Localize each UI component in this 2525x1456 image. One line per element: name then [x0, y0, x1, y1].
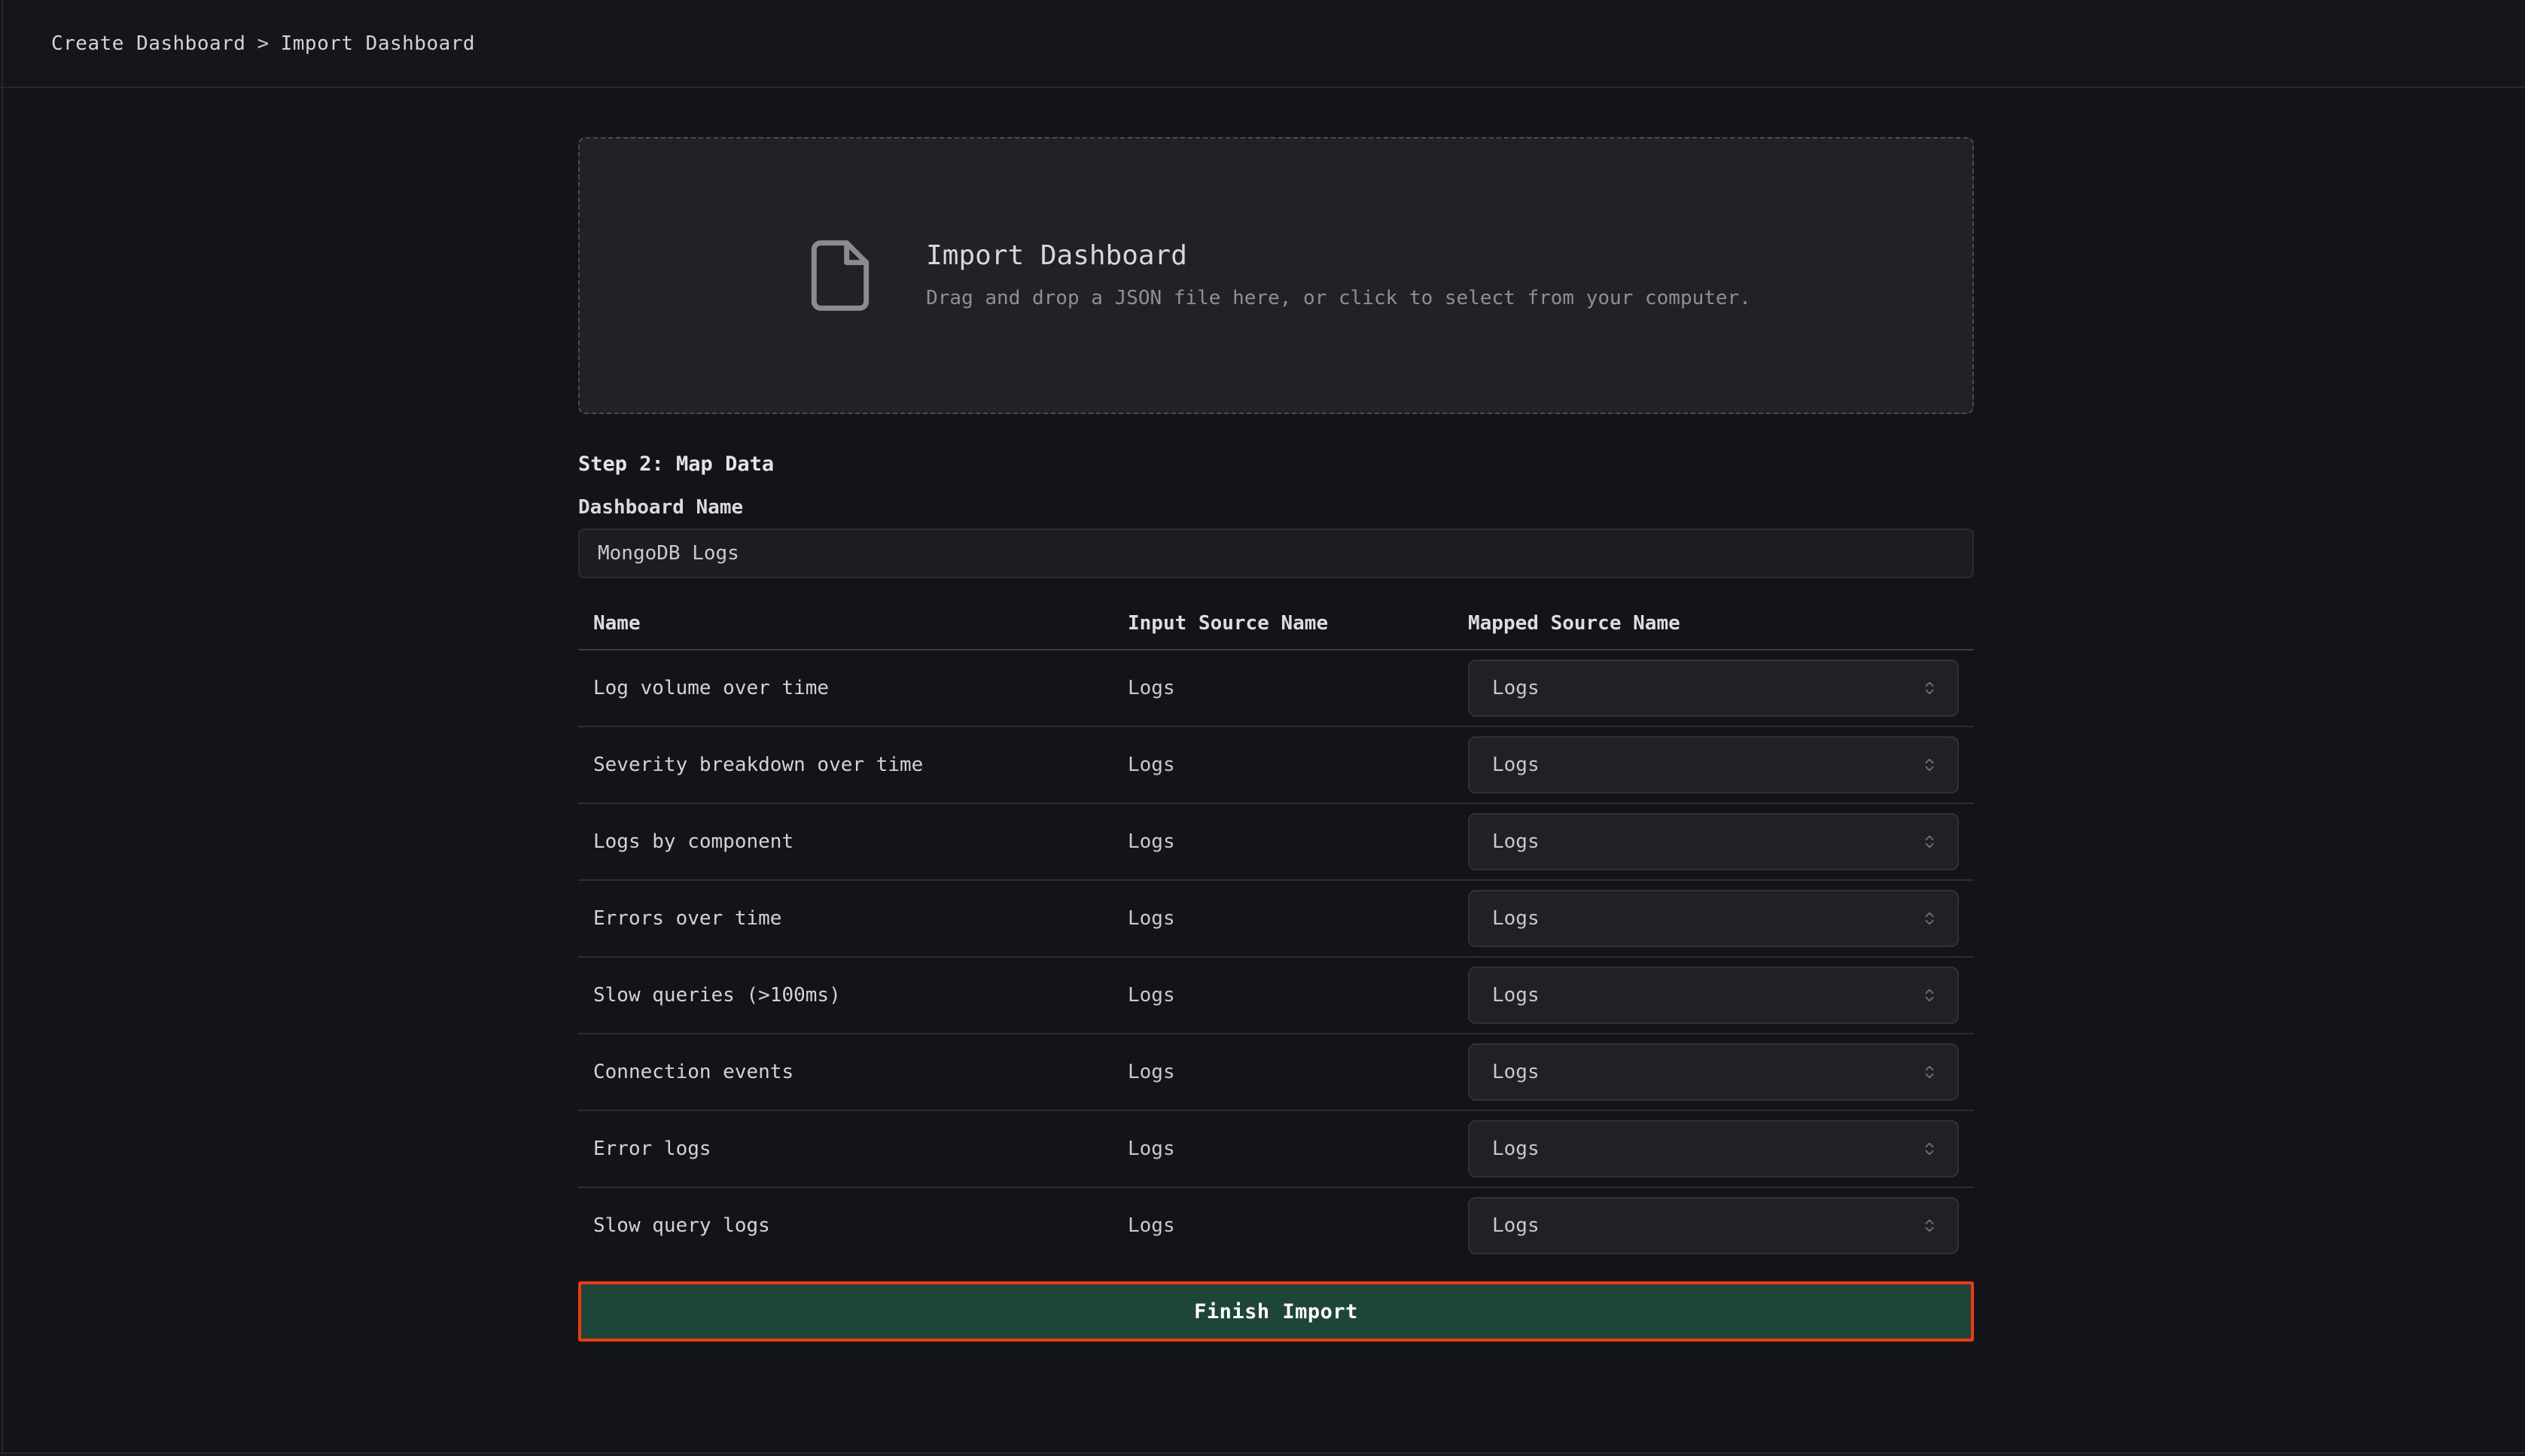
table-row: Errors over time Logs Logs: [578, 879, 1974, 956]
dashboard-name-input[interactable]: [578, 528, 1974, 578]
table-row: Severity breakdown over time Logs Logs: [578, 726, 1974, 803]
mapped-source-select[interactable]: Logs: [1468, 1043, 1959, 1101]
mapped-source-select[interactable]: Logs: [1468, 967, 1959, 1024]
row-name-cell: Severity breakdown over time: [578, 754, 1128, 776]
column-header-mapped-source: Mapped Source Name: [1468, 611, 1974, 635]
row-name-cell: Slow query logs: [578, 1214, 1128, 1237]
mapped-source-select[interactable]: Logs: [1468, 813, 1959, 870]
row-input-source-cell: Logs: [1128, 1138, 1468, 1160]
row-input-source-cell: Logs: [1128, 1061, 1468, 1083]
breadcrumb-item-import-dashboard: Import Dashboard: [281, 32, 475, 55]
json-file-dropzone[interactable]: Import Dashboard Drag and drop a JSON fi…: [578, 137, 1974, 414]
breadcrumb: Create Dashboard > Import Dashboard: [51, 32, 475, 55]
row-name-cell: Logs by component: [578, 830, 1128, 853]
row-input-source-cell: Logs: [1128, 830, 1468, 853]
chevrons-up-down-icon: [1921, 755, 1938, 775]
finish-import-button[interactable]: Finish Import: [578, 1281, 1974, 1342]
row-name-cell: Connection events: [578, 1061, 1128, 1083]
row-input-source-cell: Logs: [1128, 677, 1468, 699]
row-input-source-cell: Logs: [1128, 754, 1468, 776]
chevrons-up-down-icon: [1921, 832, 1938, 851]
import-dashboard-page: Import Dashboard Drag and drop a JSON fi…: [578, 137, 1974, 1342]
chevrons-up-down-icon: [1921, 1216, 1938, 1235]
table-row: Connection events Logs Logs: [578, 1033, 1974, 1110]
mapped-source-select[interactable]: Logs: [1468, 736, 1959, 793]
table-row: Error logs Logs Logs: [578, 1110, 1974, 1186]
chevrons-up-down-icon: [1921, 678, 1938, 698]
chevrons-up-down-icon: [1921, 909, 1938, 928]
breadcrumb-item-create-dashboard[interactable]: Create Dashboard: [51, 32, 245, 55]
dropzone-title: Import Dashboard: [926, 240, 1751, 272]
column-header-input-source: Input Source Name: [1128, 611, 1468, 635]
row-name-cell: Slow queries (>100ms): [578, 984, 1128, 1007]
window-border-left: [2, 0, 3, 1456]
dropzone-subtitle: Drag and drop a JSON file here, or click…: [926, 285, 1751, 311]
select-value: Logs: [1492, 907, 1540, 930]
row-input-source-cell: Logs: [1128, 1214, 1468, 1237]
top-nav-bar: Create Dashboard > Import Dashboard: [0, 0, 2525, 88]
row-name-cell: Log volume over time: [578, 677, 1128, 699]
dropzone-text: Import Dashboard Drag and drop a JSON fi…: [926, 240, 1751, 311]
table-row: Logs by component Logs Logs: [578, 803, 1974, 879]
select-value: Logs: [1492, 1138, 1540, 1160]
select-value: Logs: [1492, 1061, 1540, 1083]
dashboard-name-label: Dashboard Name: [578, 495, 1974, 519]
mapping-table: Name Input Source Name Mapped Source Nam…: [578, 602, 1974, 1263]
file-icon: [801, 236, 879, 315]
breadcrumb-separator: >: [257, 32, 269, 55]
select-value: Logs: [1492, 754, 1540, 776]
table-row: Slow query logs Logs Logs: [578, 1186, 1974, 1263]
chevrons-up-down-icon: [1921, 1062, 1938, 1082]
select-value: Logs: [1492, 984, 1540, 1007]
row-name-cell: Errors over time: [578, 907, 1128, 930]
select-value: Logs: [1492, 677, 1540, 699]
select-value: Logs: [1492, 830, 1540, 853]
select-value: Logs: [1492, 1214, 1540, 1237]
table-body: Log volume over time Logs Logs Severity …: [578, 650, 1974, 1263]
mapped-source-select[interactable]: Logs: [1468, 1120, 1959, 1177]
mapped-source-select[interactable]: Logs: [1468, 890, 1959, 947]
table-header-row: Name Input Source Name Mapped Source Nam…: [578, 602, 1974, 650]
row-input-source-cell: Logs: [1128, 984, 1468, 1007]
table-row: Log volume over time Logs Logs: [578, 650, 1974, 726]
row-name-cell: Error logs: [578, 1138, 1128, 1160]
step-heading: Step 2: Map Data: [578, 452, 1974, 477]
chevrons-up-down-icon: [1921, 1139, 1938, 1159]
row-input-source-cell: Logs: [1128, 907, 1468, 930]
chevrons-up-down-icon: [1921, 985, 1938, 1005]
mapped-source-select[interactable]: Logs: [1468, 1197, 1959, 1254]
table-row: Slow queries (>100ms) Logs Logs: [578, 956, 1974, 1033]
mapped-source-select[interactable]: Logs: [1468, 659, 1959, 717]
column-header-name: Name: [578, 611, 1128, 635]
